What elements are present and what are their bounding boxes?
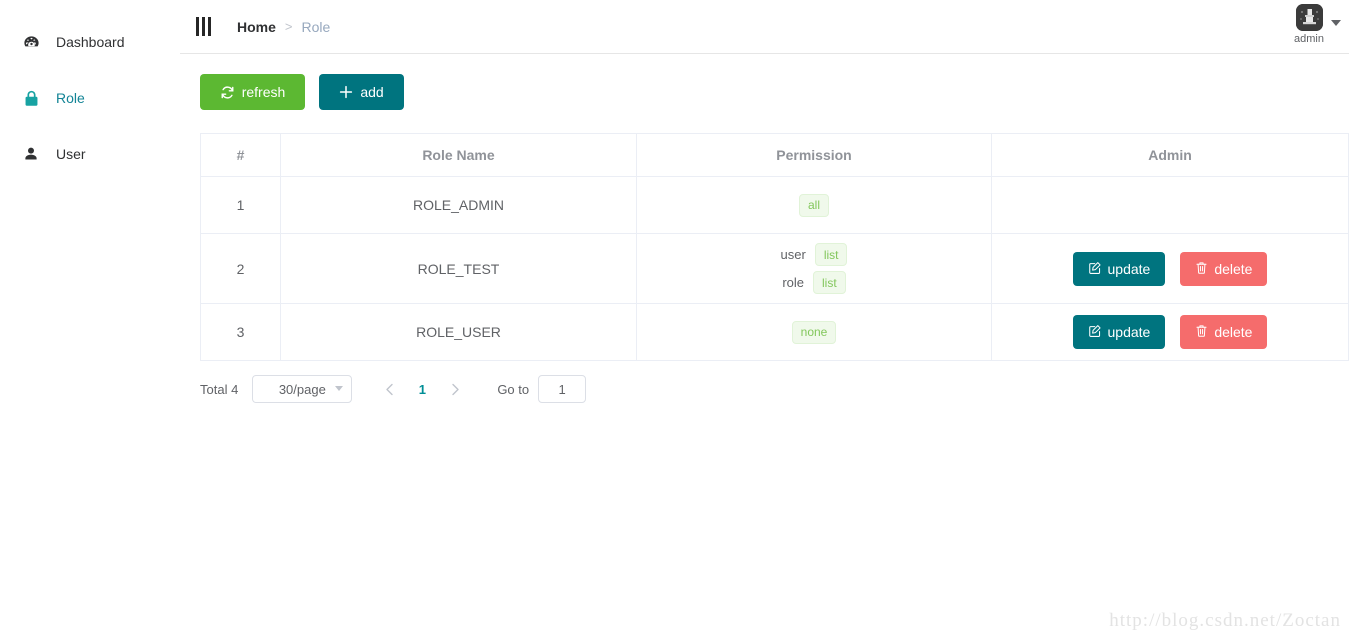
user-name-label: admin [1294, 33, 1324, 45]
cell-index: 1 [200, 176, 281, 234]
pagination-total: Total 4 [200, 381, 239, 397]
table-head: # Role Name Permission Admin [200, 133, 1349, 177]
user-icon [20, 146, 42, 162]
cell-index: 3 [200, 303, 281, 361]
add-button[interactable]: add [319, 74, 404, 110]
cell-permission: all [636, 176, 992, 234]
add-button-label: add [360, 84, 384, 100]
permission-entry: role list [782, 271, 846, 294]
chevron-right-icon: > [284, 19, 293, 34]
content-area: refresh add # Role Name Permission Admin… [180, 54, 1349, 409]
toolbar: refresh add [200, 74, 1349, 110]
roles-table: # Role Name Permission Admin 1 ROLE_ADMI… [200, 133, 1349, 361]
cell-role-name: ROLE_TEST [280, 233, 637, 304]
user-menu[interactable]: admin [1294, 4, 1341, 45]
update-button-label: update [1107, 260, 1151, 277]
permission-key: user [780, 247, 806, 262]
column-header-index: # [200, 133, 281, 177]
column-header-role-name: Role Name [280, 133, 637, 177]
cell-admin-actions [991, 176, 1349, 234]
permission-tag: list [813, 271, 846, 294]
permission-entry: none [791, 320, 837, 344]
plus-icon [339, 85, 353, 99]
cell-admin-actions: update delete [991, 303, 1349, 361]
pagination: Total 4 30/page 1 Go to [200, 369, 1349, 409]
table-body: 1 ROLE_ADMIN all 2 ROLE_TEST user list r… [200, 176, 1349, 361]
delete-button-label: delete [1214, 324, 1253, 340]
main-area: Home > Role admin refresh add # Role Nam… [180, 0, 1349, 640]
permission-tag: list [814, 243, 848, 266]
page-size-select[interactable]: 30/page [252, 375, 353, 403]
page-size-value: 30/page [278, 381, 326, 397]
pagination-goto-label: Go to [497, 381, 530, 397]
delete-button-label: delete [1214, 260, 1253, 277]
edit-icon [1088, 261, 1102, 277]
chevron-right-icon[interactable] [440, 375, 470, 403]
collapse-menu-icon[interactable] [192, 15, 215, 38]
update-button[interactable]: update [1072, 315, 1166, 349]
breadcrumb: Home > Role [237, 19, 330, 35]
sidebar-item-label: Dashboard [56, 34, 125, 50]
permission-list: none [638, 320, 990, 344]
refresh-icon [220, 85, 235, 100]
table-row[interactable]: 1 ROLE_ADMIN all [200, 176, 1349, 234]
sidebar: Dashboard Role User [0, 0, 180, 640]
update-button-label: update [1107, 324, 1151, 340]
permission-tag: none [791, 320, 837, 344]
refresh-button-label: refresh [241, 84, 286, 100]
sidebar-item-role[interactable]: Role [0, 70, 180, 126]
user-menu-inner: admin [1294, 4, 1324, 45]
permission-entry: user list [781, 243, 848, 266]
watermark-text: http://blog.csdn.net/Zoctan [1109, 610, 1341, 631]
permission-entry: all [798, 193, 829, 217]
column-header-permission: Permission [636, 133, 992, 177]
breadcrumb-current: Role [301, 18, 331, 35]
trash-icon [1195, 324, 1208, 340]
row-actions: update delete [993, 251, 1347, 286]
table-row[interactable]: 3 ROLE_USER none update delete [200, 303, 1349, 361]
chevron-down-icon [335, 386, 344, 391]
avatar-icon [1295, 4, 1323, 31]
cell-permission: user list role list [636, 233, 992, 304]
row-actions: update delete [993, 315, 1347, 349]
permission-tag: all [798, 193, 829, 217]
update-button[interactable]: update [1072, 251, 1166, 286]
sidebar-item-label: Role [56, 90, 85, 106]
delete-button[interactable]: delete [1180, 251, 1268, 286]
permission-list: all [638, 193, 990, 217]
cell-index: 2 [200, 233, 281, 304]
pagination-goto-input[interactable] [538, 375, 587, 403]
table-row[interactable]: 2 ROLE_TEST user list role list update d… [200, 233, 1349, 304]
cell-admin-actions: update delete [991, 233, 1349, 304]
sidebar-item-label: User [56, 146, 86, 162]
caret-down-icon[interactable] [1331, 20, 1341, 26]
top-header: Home > Role admin [180, 0, 1349, 54]
trash-icon [1195, 261, 1208, 277]
refresh-button[interactable]: refresh [200, 74, 305, 110]
sidebar-item-user[interactable]: User [0, 126, 180, 182]
app-root: Dashboard Role User Home > Role admin re… [0, 0, 1349, 640]
sidebar-item-dashboard[interactable]: Dashboard [0, 14, 180, 70]
column-header-admin: Admin [991, 133, 1349, 177]
page-number-1[interactable]: 1 [407, 375, 437, 403]
edit-icon [1088, 324, 1102, 340]
cell-role-name: ROLE_USER [280, 303, 637, 361]
lock-icon [20, 90, 42, 107]
dashboard-icon [20, 34, 42, 51]
delete-button[interactable]: delete [1180, 315, 1268, 349]
table-header-row: # Role Name Permission Admin [200, 133, 1349, 177]
permission-list: user list role list [638, 243, 990, 294]
breadcrumb-home[interactable]: Home [237, 19, 276, 35]
permission-key: role [782, 275, 804, 290]
cell-role-name: ROLE_ADMIN [280, 176, 637, 234]
cell-permission: none [636, 303, 992, 361]
chevron-left-icon[interactable] [374, 375, 404, 403]
